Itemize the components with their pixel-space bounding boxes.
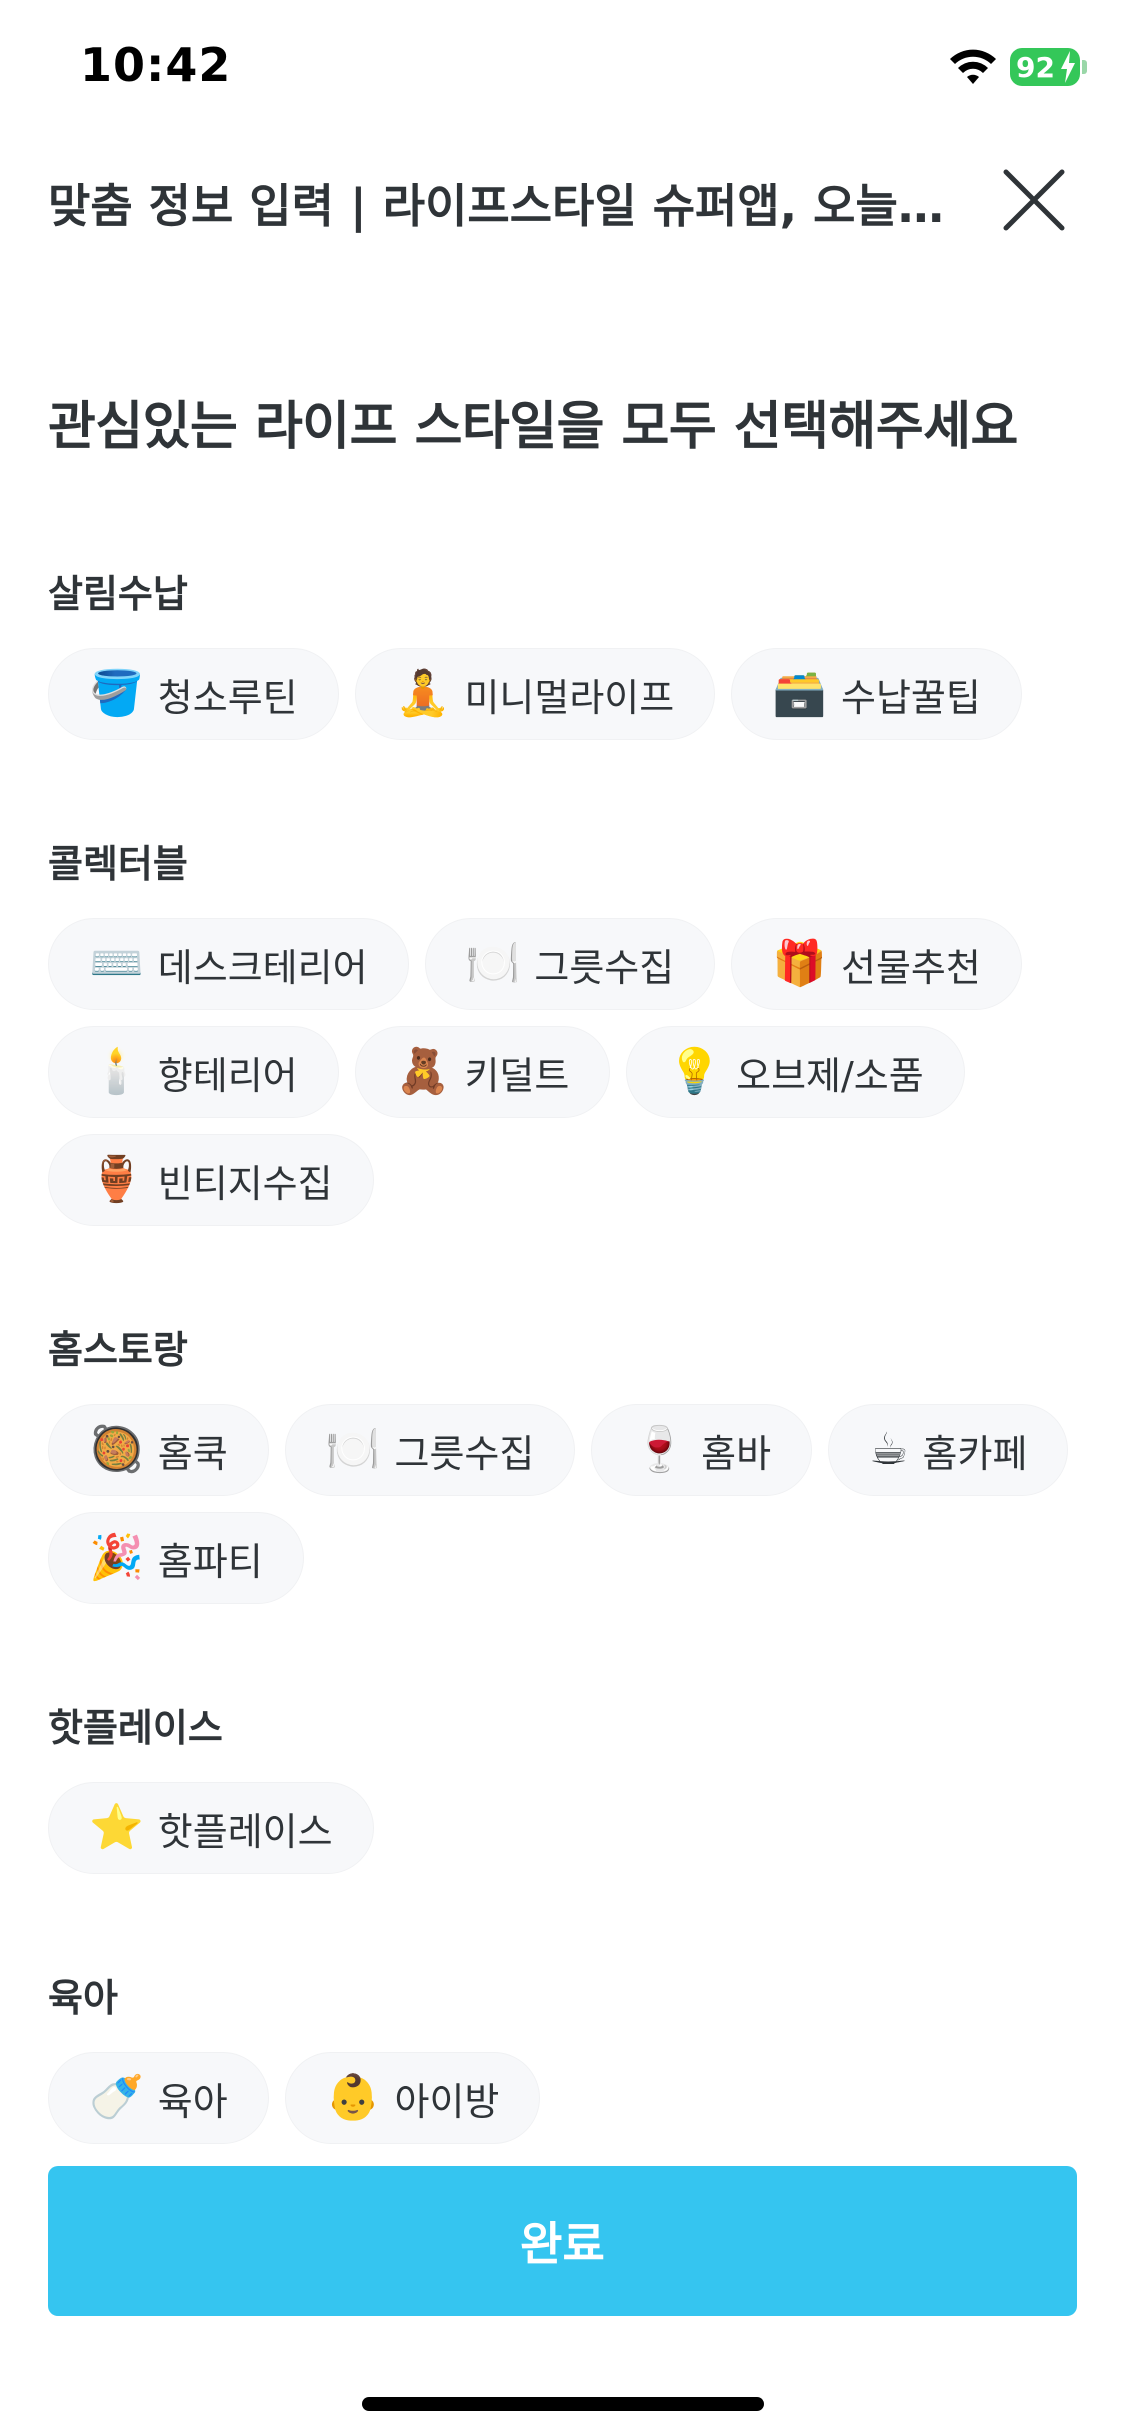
meditation-icon: 🧘 — [395, 668, 451, 719]
chip-kidult[interactable]: 🧸 키덜트 — [354, 1026, 611, 1118]
chip-group: ⭐ 핫플레이스 — [48, 1782, 1078, 1874]
baby-icon: 👶 — [325, 2072, 381, 2123]
chip-parenting[interactable]: 🍼 육아 — [48, 2052, 269, 2144]
chip-home-cafe[interactable]: ☕ 홈카페 — [828, 1404, 1069, 1496]
star-icon: ⭐ — [89, 1802, 144, 1853]
chip-group: 🥘 홈쿡 🍽️ 그릇수집 🍷 홈바 ☕ 홈카페 🎉 홈파티 — [48, 1404, 1078, 1604]
chip-label: 그릇수집 — [394, 1431, 535, 1476]
section-parenting: 육아 🍼 육아 👶 아이방 — [48, 1974, 1078, 2144]
chip-kids-room[interactable]: 👶 아이방 — [284, 2052, 541, 2144]
chip-label: 키덜트 — [464, 1053, 570, 1098]
header-title: 맞춤 정보 입력 | 라이프스타일 슈퍼앱, 오늘의집 — [48, 179, 948, 233]
chip-deskterior[interactable]: ⌨️ 데스크테리어 — [48, 918, 409, 1010]
chip-group: 🍼 육아 👶 아이방 — [48, 2052, 1078, 2144]
card-file-box-icon: 🗃️ — [772, 668, 827, 719]
section-living-storage: 살림수납 🪣 청소루틴 🧘 미니멀라이프 🗃️ 수납꿀팁 — [48, 570, 1078, 740]
candle-icon: 🕯️ — [89, 1046, 144, 1097]
charging-bolt-icon — [1061, 51, 1075, 83]
chip-label: 홈카페 — [922, 1431, 1028, 1476]
chip-group: 🪣 청소루틴 🧘 미니멀라이프 🗃️ 수납꿀팁 — [48, 648, 1078, 740]
wifi-icon — [950, 49, 996, 84]
chip-dish-collecting[interactable]: 🍽️ 그릇수집 — [424, 918, 716, 1010]
chip-storage-tips[interactable]: 🗃️ 수납꿀팁 — [731, 648, 1022, 740]
chip-label: 아이방 — [394, 2079, 500, 2124]
close-icon[interactable] — [1000, 166, 1068, 234]
chip-dish-collecting[interactable]: 🍽️ 그릇수집 — [284, 1404, 576, 1496]
section-collectible: 콜렉터블 ⌨️ 데스크테리어 🍽️ 그릇수집 🎁 선물추천 🕯️ 향테리어 🧸 … — [48, 840, 1078, 1226]
status-bar: 10:42 92 — [0, 0, 1125, 140]
paella-pan-icon: 🥘 — [89, 1424, 144, 1475]
plate-cutlery-icon: 🍽️ — [325, 1424, 381, 1475]
chip-label: 선물추천 — [841, 945, 981, 990]
chip-hot-place[interactable]: ⭐ 핫플레이스 — [48, 1782, 374, 1874]
home-indicator — [362, 2397, 764, 2411]
chip-home-party[interactable]: 🎉 홈파티 — [48, 1512, 304, 1604]
chip-label: 수납꿀팁 — [841, 675, 981, 720]
chip-label: 육아 — [157, 2079, 228, 2124]
page-heading: 관심있는 라이프 스타일을 모두 선택해주세요 — [48, 397, 1018, 457]
section-title: 육아 — [48, 1976, 118, 2020]
section-title: 콜렉터블 — [48, 842, 188, 886]
amphora-icon: 🏺 — [89, 1154, 144, 1205]
chip-label: 오브제/소품 — [736, 1053, 924, 1098]
chip-minimal-life[interactable]: 🧘 미니멀라이프 — [354, 648, 716, 740]
gift-icon: 🎁 — [772, 938, 827, 989]
chip-gift-recommend[interactable]: 🎁 선물추천 — [731, 918, 1022, 1010]
chip-label: 미니멀라이프 — [464, 675, 675, 720]
chip-scent-interior[interactable]: 🕯️ 향테리어 — [48, 1026, 339, 1118]
chip-objet[interactable]: 💡 오브제/소품 — [626, 1026, 965, 1118]
chip-label: 향테리어 — [157, 1053, 298, 1098]
chip-label: 핫플레이스 — [157, 1809, 333, 1854]
bucket-icon: 🪣 — [89, 668, 144, 719]
chip-home-bar[interactable]: 🍷 홈바 — [591, 1404, 813, 1496]
chip-label: 빈티지수집 — [157, 1161, 333, 1206]
chip-label: 청소루틴 — [157, 675, 298, 720]
keyboard-icon: ⌨️ — [89, 938, 144, 989]
coffee-cup-icon: ☕ — [869, 1424, 909, 1475]
chip-label: 홈쿡 — [157, 1431, 228, 1476]
done-button[interactable]: 완료 — [48, 2166, 1077, 2316]
chip-label: 홈바 — [701, 1431, 772, 1476]
chip-vintage[interactable]: 🏺 빈티지수집 — [48, 1134, 374, 1226]
status-time: 10:42 — [80, 38, 232, 92]
section-title: 홈스토랑 — [48, 1328, 188, 1372]
battery-level: 92 — [1016, 50, 1055, 84]
light-bulb-icon: 💡 — [667, 1046, 723, 1097]
teddy-bear-icon: 🧸 — [395, 1046, 451, 1097]
section-homestaurant: 홈스토랑 🥘 홈쿡 🍽️ 그릇수집 🍷 홈바 ☕ 홈카페 🎉 홈파티 — [48, 1326, 1078, 1604]
chip-label: 홈파티 — [157, 1539, 263, 1584]
party-popper-icon: 🎉 — [89, 1532, 144, 1583]
chip-label: 그릇수집 — [534, 945, 675, 990]
chip-home-cook[interactable]: 🥘 홈쿡 — [48, 1404, 269, 1496]
baby-bottle-icon: 🍼 — [89, 2072, 144, 2123]
battery-icon: 92 — [1010, 48, 1080, 86]
chip-group: ⌨️ 데스크테리어 🍽️ 그릇수집 🎁 선물추천 🕯️ 향테리어 🧸 키덜트 💡 — [48, 918, 1078, 1226]
wine-glass-icon: 🍷 — [632, 1424, 688, 1475]
section-title: 핫플레이스 — [48, 1706, 223, 1750]
header: 맞춤 정보 입력 | 라이프스타일 슈퍼앱, 오늘의집 — [0, 150, 1125, 250]
plate-cutlery-icon: 🍽️ — [465, 938, 521, 989]
section-title: 살림수납 — [48, 572, 188, 616]
chip-cleaning-routine[interactable]: 🪣 청소루틴 — [48, 648, 339, 740]
lifestyle-list: 살림수납 🪣 청소루틴 🧘 미니멀라이프 🗃️ 수납꿀팁 콜렉터블 ⌨️ 데스크… — [48, 570, 1078, 2150]
battery-cap — [1082, 60, 1087, 74]
section-hot-place: 핫플레이스 ⭐ 핫플레이스 — [48, 1704, 1078, 1874]
chip-label: 데스크테리어 — [157, 945, 368, 990]
